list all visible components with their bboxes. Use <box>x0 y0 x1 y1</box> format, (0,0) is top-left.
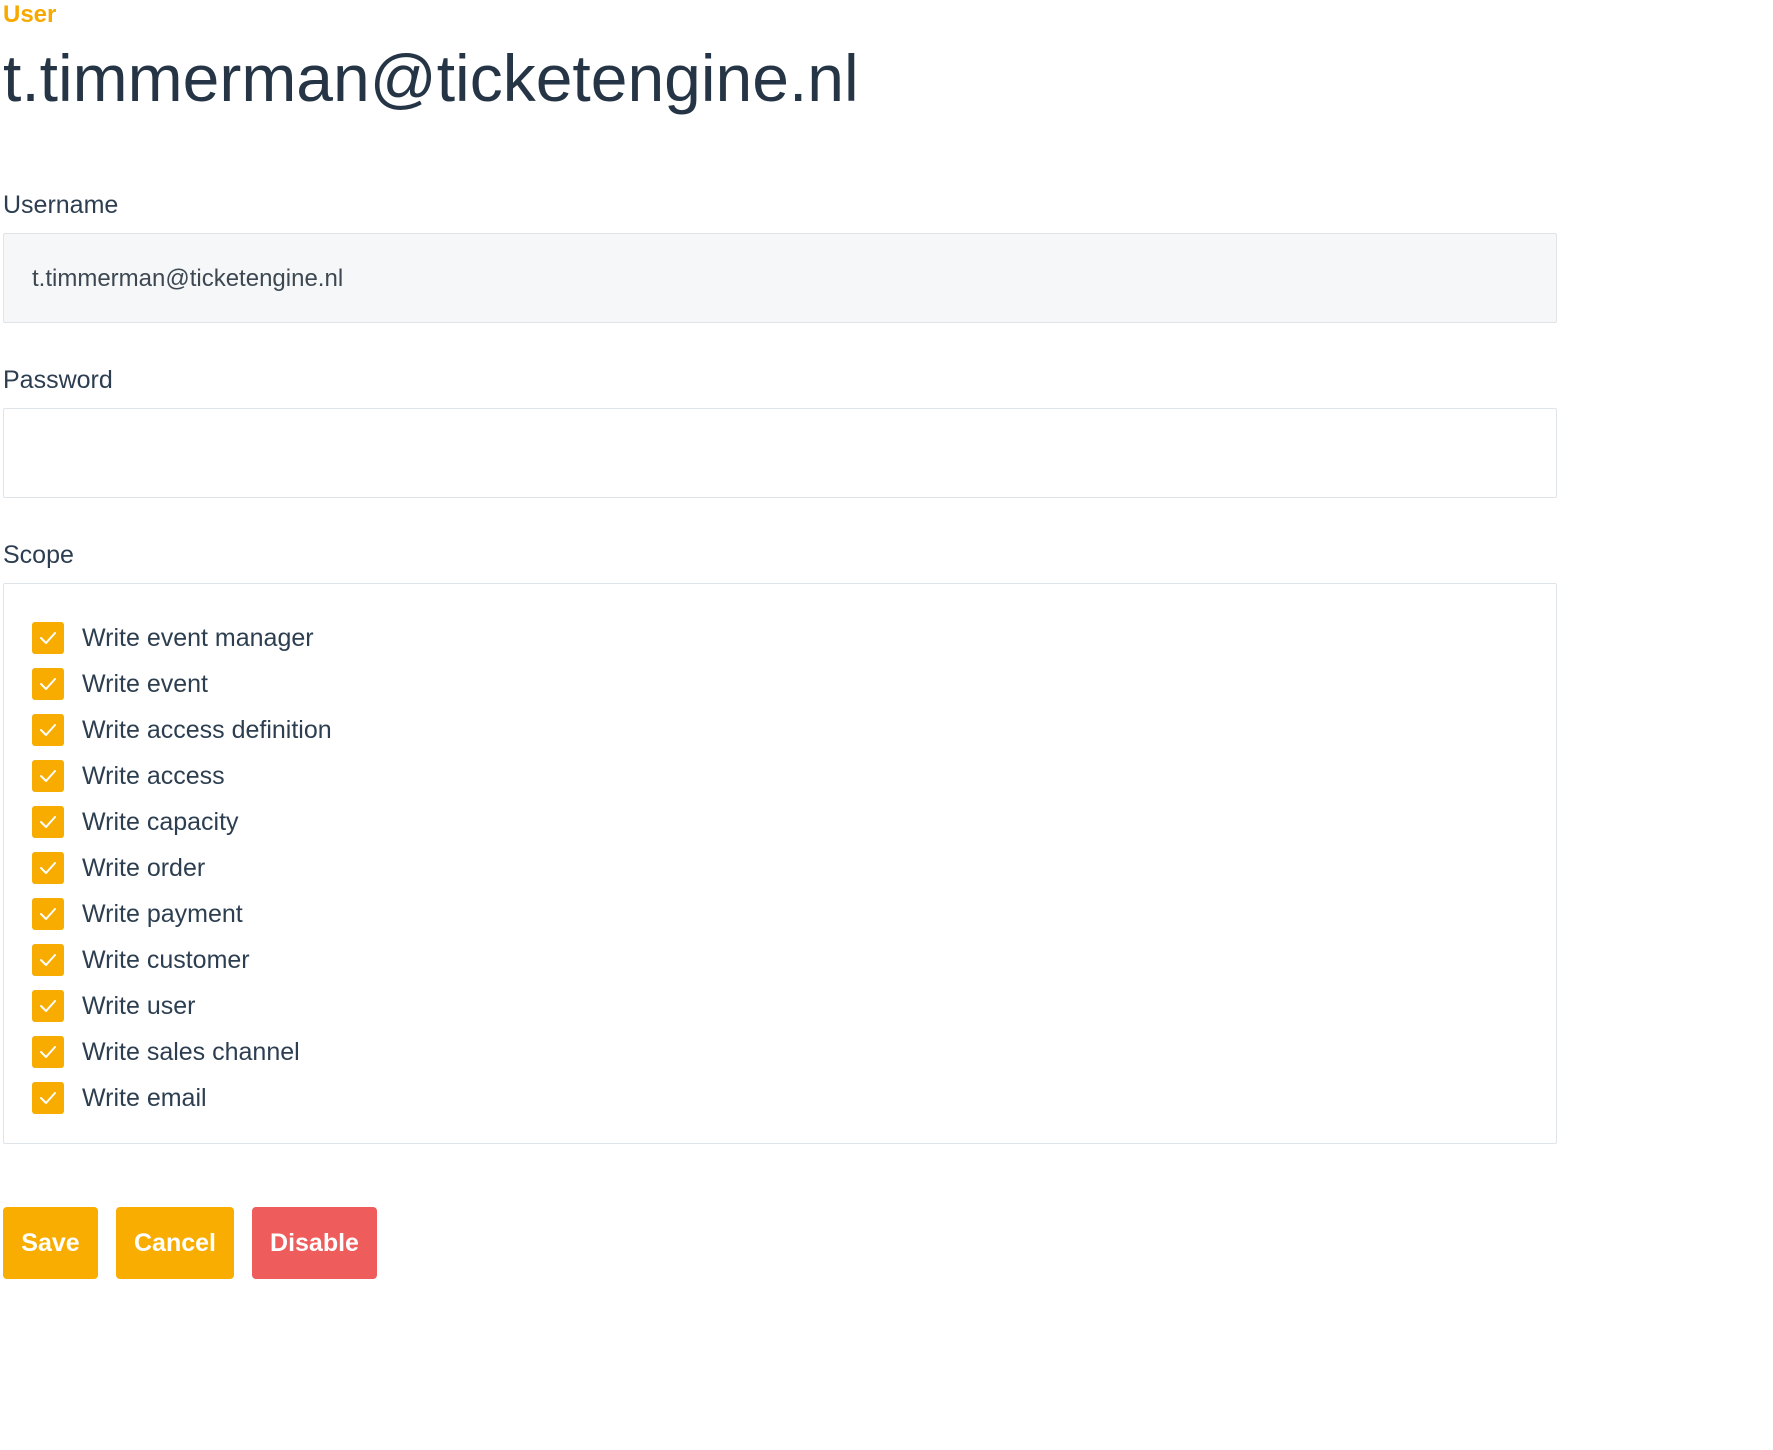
form-actions: Save Cancel Disable <box>3 1207 395 1279</box>
scope-option[interactable]: Write event manager <box>32 615 332 661</box>
checkmark-icon <box>40 816 56 828</box>
scope-option[interactable]: Write access definition <box>32 707 332 753</box>
scope-option-label: Write event <box>82 670 208 698</box>
scope-checkbox[interactable] <box>32 760 64 792</box>
scope-option-label: Write sales channel <box>82 1038 300 1066</box>
scope-option[interactable]: Write sales channel <box>32 1029 332 1075</box>
page-title: t.timmerman@ticketengine.nl <box>3 41 859 115</box>
scope-checkbox[interactable] <box>32 668 64 700</box>
scope-option[interactable]: Write event <box>32 661 332 707</box>
scope-checkbox[interactable] <box>32 806 64 838</box>
password-field-wrapper <box>3 408 1557 498</box>
scope-option[interactable]: Write user <box>32 983 332 1029</box>
checkmark-icon <box>40 954 56 966</box>
scope-option-label: Write customer <box>82 946 250 974</box>
username-label: Username <box>3 191 119 219</box>
checkmark-icon <box>40 770 56 782</box>
section-eyebrow: User <box>3 1 57 28</box>
scope-option[interactable]: Write order <box>32 845 332 891</box>
checkmark-icon <box>40 1046 56 1058</box>
checkmark-icon <box>40 724 56 736</box>
scope-option-label: Write payment <box>82 900 243 928</box>
scope-checkbox[interactable] <box>32 714 64 746</box>
scope-option-label: Write access <box>82 762 225 790</box>
scope-option-label: Write order <box>82 854 206 882</box>
scope-checkbox[interactable] <box>32 852 64 884</box>
scope-list: Write event manager Write event Write acce… <box>32 615 332 1121</box>
cancel-button[interactable]: Cancel <box>116 1207 234 1279</box>
scope-option[interactable]: Write payment <box>32 891 332 937</box>
scope-option[interactable]: Write access <box>32 753 332 799</box>
checkmark-icon <box>40 908 56 920</box>
save-button[interactable]: Save <box>3 1207 98 1279</box>
scope-checkbox[interactable] <box>32 1082 64 1114</box>
checkmark-icon <box>40 678 56 690</box>
username-field[interactable]: t.timmerman@ticketengine.nl <box>3 233 1557 323</box>
scope-panel: Write event manager Write event Write acce… <box>3 583 1557 1144</box>
scope-option[interactable]: Write capacity <box>32 799 332 845</box>
username-value: t.timmerman@ticketengine.nl <box>32 265 344 292</box>
scope-option-label: Write capacity <box>82 808 239 836</box>
scope-label: Scope <box>3 541 74 569</box>
password-field[interactable] <box>4 409 1556 497</box>
password-label: Password <box>3 366 113 394</box>
scope-option-label: Write email <box>82 1084 207 1112</box>
scope-checkbox[interactable] <box>32 944 64 976</box>
scope-option-label: Write access definition <box>82 716 332 744</box>
scope-checkbox[interactable] <box>32 1036 64 1068</box>
checkmark-icon <box>40 632 56 644</box>
checkmark-icon <box>40 1092 56 1104</box>
scope-option-label: Write event manager <box>82 624 314 652</box>
disable-button[interactable]: Disable <box>252 1207 377 1279</box>
scope-option[interactable]: Write customer <box>32 937 332 983</box>
scope-checkbox[interactable] <box>32 990 64 1022</box>
scope-checkbox[interactable] <box>32 622 64 654</box>
scope-checkbox[interactable] <box>32 898 64 930</box>
checkmark-icon <box>40 1000 56 1012</box>
scope-option-label: Write user <box>82 992 196 1020</box>
checkmark-icon <box>40 862 56 874</box>
scope-option[interactable]: Write email <box>32 1075 332 1121</box>
